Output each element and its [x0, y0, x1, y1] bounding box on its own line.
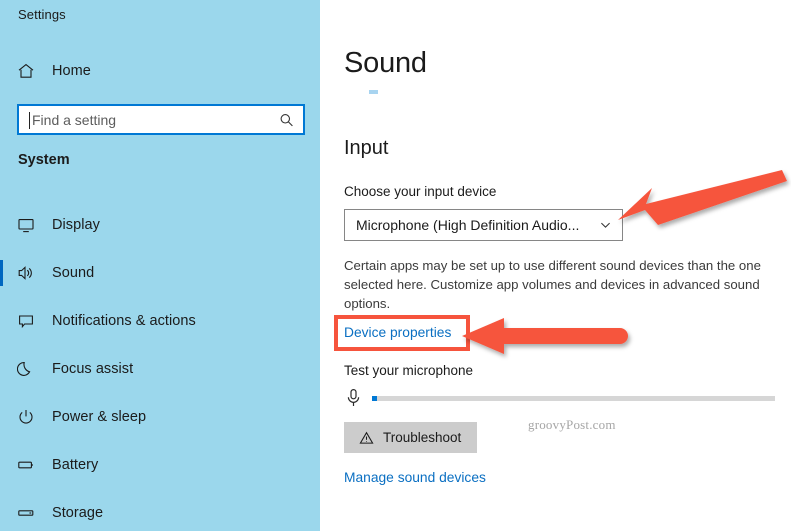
search-icon[interactable]	[279, 112, 294, 127]
troubleshoot-button[interactable]: Troubleshoot	[344, 422, 477, 453]
sidebar-item-label: Focus assist	[52, 361, 134, 377]
speaker-icon	[16, 263, 36, 283]
sidebar-item-focus-assist[interactable]: Focus assist	[0, 352, 320, 386]
sidebar-item-label: Notifications & actions	[52, 313, 196, 329]
microphone-level-fill	[372, 396, 377, 401]
sidebar-item-display[interactable]: Display	[0, 208, 320, 242]
sidebar-item-notifications[interactable]: Notifications & actions	[0, 304, 320, 338]
home-icon	[16, 61, 36, 81]
text-caret	[29, 112, 30, 129]
section-heading-input: Input	[344, 137, 389, 159]
search-box[interactable]	[17, 104, 305, 135]
watermark: groovyPost.com	[528, 417, 616, 432]
sidebar-item-label: Power & sleep	[52, 409, 147, 425]
sidebar-item-label: Home	[52, 63, 91, 79]
monitor-icon	[16, 215, 36, 235]
sidebar: Settings Home System	[0, 0, 320, 531]
device-properties-link[interactable]: Device properties	[344, 325, 451, 340]
troubleshoot-label: Troubleshoot	[383, 430, 462, 445]
title-underline-mark	[369, 90, 378, 94]
warning-triangle-icon	[359, 430, 374, 445]
microphone-icon	[345, 388, 362, 408]
battery-icon	[16, 455, 36, 475]
sidebar-group-title: System	[18, 152, 70, 168]
choose-input-device-label: Choose your input device	[344, 184, 497, 199]
input-device-value: Microphone (High Definition Audio...	[356, 217, 580, 233]
sidebar-item-label: Battery	[52, 457, 99, 473]
search-input[interactable]	[32, 111, 272, 128]
sidebar-item-sound[interactable]: Sound	[0, 256, 320, 290]
input-device-description: Certain apps may be set up to use differ…	[344, 258, 761, 311]
sidebar-item-home[interactable]: Home	[0, 54, 320, 88]
sidebar-item-power-sleep[interactable]: Power & sleep	[0, 400, 320, 434]
window-title: Settings	[18, 7, 66, 22]
moon-icon	[16, 359, 36, 379]
notification-icon	[16, 311, 36, 331]
microphone-level-meter	[372, 396, 775, 401]
sidebar-item-storage[interactable]: Storage	[0, 496, 320, 530]
power-icon	[16, 407, 36, 427]
manage-sound-devices-link[interactable]: Manage sound devices	[344, 470, 486, 485]
sidebar-item-label: Storage	[52, 505, 104, 521]
selection-indicator	[0, 260, 3, 286]
settings-window: Settings Home System	[0, 0, 791, 531]
storage-icon	[16, 503, 36, 523]
main-content: Sound Input Choose your input device Mic…	[320, 0, 791, 531]
sidebar-item-label: Display	[52, 217, 100, 233]
sidebar-item-label: Sound	[52, 265, 95, 281]
input-device-dropdown[interactable]: Microphone (High Definition Audio...	[344, 209, 623, 241]
test-microphone-label: Test your microphone	[344, 363, 474, 378]
sidebar-item-battery[interactable]: Battery	[0, 448, 320, 482]
page-title: Sound	[344, 47, 427, 79]
chevron-down-icon	[599, 219, 612, 232]
